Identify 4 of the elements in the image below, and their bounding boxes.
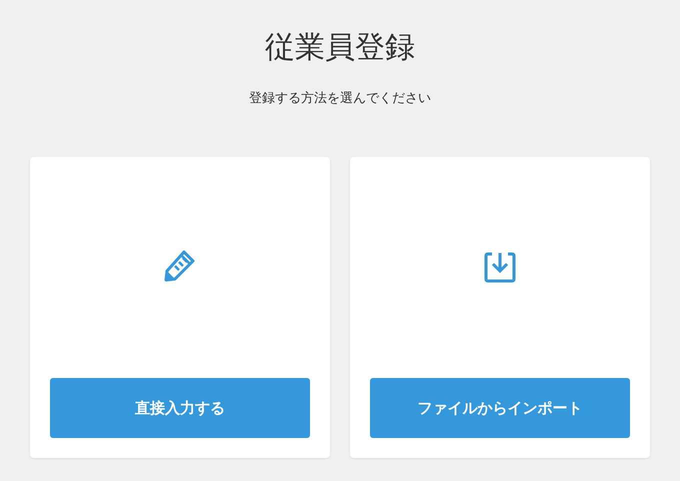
option-button[interactable]: 直接入力する bbox=[50, 378, 310, 438]
page-subtitle: 登録する方法を選んでください bbox=[249, 90, 431, 108]
option-button[interactable]: ファイルからインポート bbox=[370, 378, 630, 438]
page-title: 従業員登録 bbox=[265, 29, 415, 67]
